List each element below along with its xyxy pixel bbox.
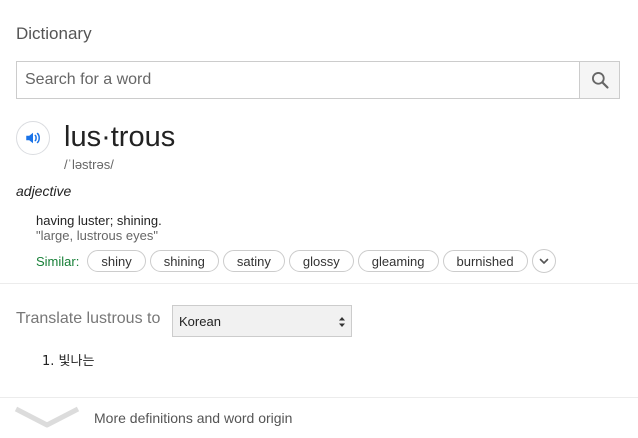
- divider: [0, 283, 638, 284]
- speaker-icon: [26, 132, 40, 144]
- similar-chip[interactable]: glossy: [288, 250, 354, 272]
- example: "large, lustrous eyes": [36, 228, 158, 243]
- search-button[interactable]: [579, 62, 619, 98]
- similar-words: Similar: shiny shining satiny glossy gle…: [36, 249, 556, 273]
- more-definitions-label: More definitions and word origin: [94, 410, 293, 426]
- select-arrows-icon: [339, 317, 345, 327]
- similar-chip[interactable]: burnished: [442, 250, 528, 272]
- similar-chip[interactable]: satiny: [222, 250, 285, 272]
- search-box: [16, 61, 620, 99]
- card-title: Dictionary: [16, 24, 92, 43]
- chevron-down-icon: [539, 258, 548, 264]
- language-select[interactable]: Korean: [172, 305, 352, 337]
- translate-label: Translate lustrous to: [16, 310, 161, 327]
- similar-label: Similar:: [36, 253, 80, 269]
- phonetic: /ˈləstrəs/: [64, 157, 114, 172]
- translation-text: 빛나는: [58, 354, 95, 369]
- definition: having luster; shining.: [36, 213, 162, 228]
- more-definitions-button[interactable]: More definitions and word origin: [0, 398, 638, 438]
- similar-chip[interactable]: shiny: [87, 250, 146, 272]
- similar-chip[interactable]: gleaming: [357, 250, 439, 272]
- language-select-value: Korean: [179, 313, 221, 329]
- translation-number: 1.: [42, 354, 55, 369]
- headword: lus·trous: [64, 121, 176, 153]
- search-icon: [591, 72, 609, 89]
- search-input[interactable]: [17, 62, 579, 98]
- pronunciation-button[interactable]: [16, 121, 50, 155]
- chevron-down-icon: [14, 406, 80, 428]
- part-of-speech: adjective: [16, 183, 72, 199]
- similar-chip[interactable]: shining: [149, 250, 219, 272]
- expand-similar-button[interactable]: [531, 249, 556, 273]
- translation-result: 1. 빛나는: [42, 350, 94, 369]
- dictionary-card: Dictionary lus·trous /ˈləstrəs/ adjectiv…: [0, 0, 638, 438]
